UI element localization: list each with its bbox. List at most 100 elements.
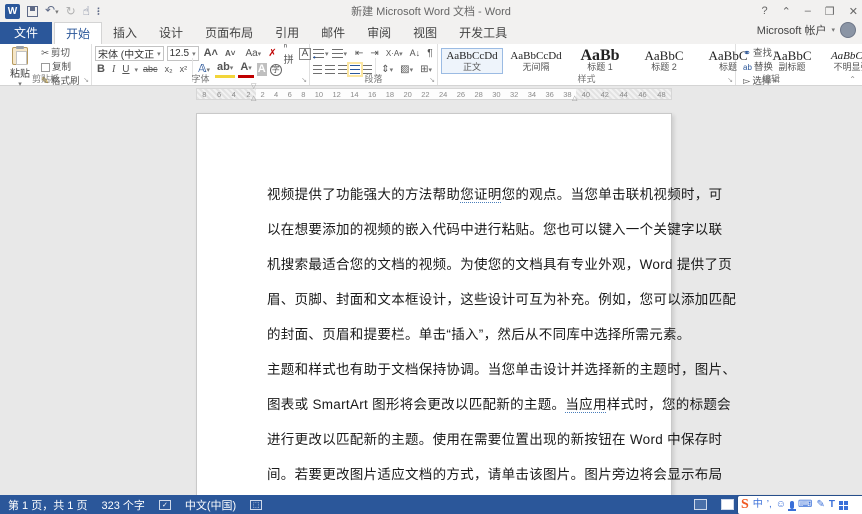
tab-2[interactable]: 设计 [148,22,194,44]
shrink-font-icon[interactable]: A˅ [223,47,237,60]
sort-icon[interactable]: A↓ [408,47,423,60]
ime-handwriting-icon[interactable]: ✎ [816,497,824,513]
ruler-number: 2 [260,89,265,99]
ime-voice-icon[interactable] [788,501,797,511]
style-chip-3[interactable]: AaBbC 标题 2 [633,48,695,74]
ruler-number: 10 [314,89,324,99]
tab-1[interactable]: 插入 [102,22,148,44]
horizontal-ruler[interactable]: 8642 2 4 6 8 10 12 14 16 18 20 22 24 26 28 30 32 34 36 38 … [196,88,672,100]
tab-3[interactable]: 页面布局 [194,22,264,44]
tab-file[interactable]: 文件 [0,22,53,44]
undo-icon[interactable]: ↶▾ [45,4,59,19]
tab-0[interactable]: 开始 [54,22,103,44]
page-indicator[interactable]: 第 1 页，共 1 页 [8,497,87,513]
restore-icon[interactable]: ❐ [825,5,835,18]
ruler-number: 24 [439,89,448,99]
ime-skin-icon[interactable]: T [829,497,835,513]
status-bar: 第 1 页，共 1 页 323 个字 ✓ 中文(中国) ⬚ [0,495,862,514]
minimize-icon[interactable]: – [805,5,811,17]
group-styles: AaBbCcDd 正文 AaBbCcDd 无间隔 AaBb 标题 1 AaBbC 标题 2 Aa… [438,44,862,85]
account-dropdown-icon[interactable]: ▾ [831,26,835,34]
redo-icon[interactable]: ↻ [66,5,76,17]
tab-6[interactable]: 审阅 [356,22,402,44]
find-icon: ⚭ [743,48,751,59]
ruler-number: 4 [231,89,236,99]
asian-layout-icon[interactable]: X·A▾ [384,47,405,61]
ruler-number: 16 [368,89,377,99]
change-case-icon[interactable]: Aa▾ [243,47,263,61]
word-app-icon[interactable]: W [5,3,20,19]
ribbon-display-options-icon[interactable]: ⌃ [782,5,791,18]
ruler-number: 44 [619,89,628,99]
group-editing: ⚭ 查找 ▾ ab 替换 ▻ 选择 ▾ 编辑 [736,44,806,87]
collapse-ribbon-icon[interactable]: ⌃ [849,75,856,84]
macro-record-icon[interactable]: ⬚ [250,499,263,510]
ruler-number: 46 [638,89,647,99]
ruler-number: 18 [385,89,395,99]
doc-line: 以在想要添加的视频的嵌入代码中进行粘贴。您也可以键入一个关键字以联 [267,222,723,237]
page[interactable]: 视频提供了功能强大的方法帮助您证明您的观点。当您单击联机视频时，可 以在想要添加的… [196,113,736,495]
customize-qat-icon[interactable]: ᎒ [97,5,100,17]
doc-text[interactable]: 视频提供了功能强大的方法帮助您证明您的观点。当您单击联机视频时，可 以在想要添加的… [267,177,736,495]
language-indicator[interactable]: 中文(中国) [185,497,236,513]
ruler-number: 22 [421,89,430,99]
close-icon[interactable]: ✕ [849,5,858,18]
read-mode-icon[interactable] [694,499,707,510]
ime-toolbox-icon[interactable] [838,500,848,510]
font-dialog-launcher-icon[interactable]: ↘ [301,76,307,84]
sogou-logo-icon[interactable]: S [741,497,749,513]
proofing-status-icon[interactable]: ✓ [158,499,171,510]
style-chip-6[interactable]: AaBbCcDd不明显强调 [825,48,862,74]
ribbon-tab-row: 文件 开始 插入 设计 页面布局 引用 邮件 审阅 视图 开发工具 Microsoft 帐户 ▾ [0,22,862,44]
styles-dialog-launcher-icon[interactable]: ↘ [727,76,733,84]
ruler-number: 36 [545,89,554,99]
ime-emoji-icon[interactable]: ☺ [776,497,786,513]
ruler-number: 6 [216,89,222,99]
ime-punctuation-icon[interactable]: ’, [767,497,772,513]
word-count[interactable]: 323 个字 [101,497,144,513]
group-paragraph: ▾ ▾ ⇤ ⇥ X·A▾ A↓ ¶ ⇕▾ ▨▾ ⊞▾ 段落 ↘ [310,44,438,85]
clipboard-dialog-launcher-icon[interactable]: ↘ [83,76,89,84]
font-size-select[interactable]: 12.5 ▾ [166,46,199,61]
bullets-icon[interactable]: ▾ [313,49,329,58]
title-bar: W ↶▾ ↻ ☝ ᎒ 新建 Microsoft Word 文档 - Word ?… [0,0,862,22]
style-chip-1[interactable]: AaBbCcDd 无间隔 [505,48,567,74]
document-area[interactable]: 视频提供了功能强大的方法帮助您证明您的观点。当您单击联机视频时，可 以在想要添加的… [0,102,862,495]
touch-mode-icon[interactable]: ☝ [83,5,90,17]
tab-8[interactable]: 开发工具 [448,22,518,44]
copy-icon [41,63,50,72]
numbering-icon[interactable]: ▾ [331,49,347,58]
ribbon: 粘贴 ▾ ✂ 剪切 复制 ✎ 格式刷 剪贴板 ↘ 宋体 (中文正 ▾ 12.5 ▾ A˄… [0,41,862,88]
group-clipboard: 粘贴 ▾ ✂ 剪切 复制 ✎ 格式刷 剪贴板 ↘ [0,44,92,88]
style-chip-2[interactable]: AaBb 标题 1 [569,47,631,74]
group-font: 宋体 (中文正 ▾ 12.5 ▾ A˄ A˅ Aa▾ ✗ ⁿ拼 A B I U ▾ a… [92,41,312,85]
save-icon[interactable] [27,5,38,17]
doc-line: 图表或 SmartArt 图形将会更改以匹配新的主题。当应用样式时，您的标题会 [267,397,731,412]
show-hide-marks-icon[interactable]: ¶ [425,47,434,60]
doc-line: 视频提供了功能强大的方法帮助您证明您的观点。当您单击联机视频时，可 [267,187,723,202]
clear-formatting-icon[interactable]: ✗ [266,47,278,60]
decrease-indent-icon[interactable]: ⇤ [353,47,365,60]
avatar[interactable] [840,22,856,38]
doc-line: 间。若要更改图片适应文档的方式，请单击该图片。图片旁边将会显示布局 [267,467,723,482]
find-button[interactable]: ⚭ 查找 ▾ [743,47,803,60]
font-name-select[interactable]: 宋体 (中文正 ▾ [95,46,164,61]
ruler-number: 20 [403,89,412,99]
style-chip-0[interactable]: AaBbCcDd 正文 [441,48,503,74]
cut-button[interactable]: ✂ 剪切 [41,47,79,60]
phonetic-guide-icon[interactable]: ⁿ拼 [282,41,296,67]
grow-font-icon[interactable]: A˄ [202,47,220,60]
ruler-number: 8 [202,89,207,99]
first-line-indent-marker[interactable]: ▽ [251,83,256,90]
ruler-number: 30 [492,89,501,99]
tab-5[interactable]: 邮件 [310,22,356,44]
account-label[interactable]: Microsoft 帐户 [757,22,827,38]
ime-keyboard-icon[interactable]: ⌨ [798,497,812,513]
ime-mode-chinese-icon[interactable]: 中 [753,497,763,513]
ruler-number: 42 [600,89,609,99]
help-icon[interactable]: ? [761,5,767,17]
print-layout-icon[interactable] [721,499,734,510]
paragraph-dialog-launcher-icon[interactable]: ↘ [429,76,435,84]
tab-7[interactable]: 视图 [402,22,448,44]
ruler-number: 32 [510,89,519,99]
